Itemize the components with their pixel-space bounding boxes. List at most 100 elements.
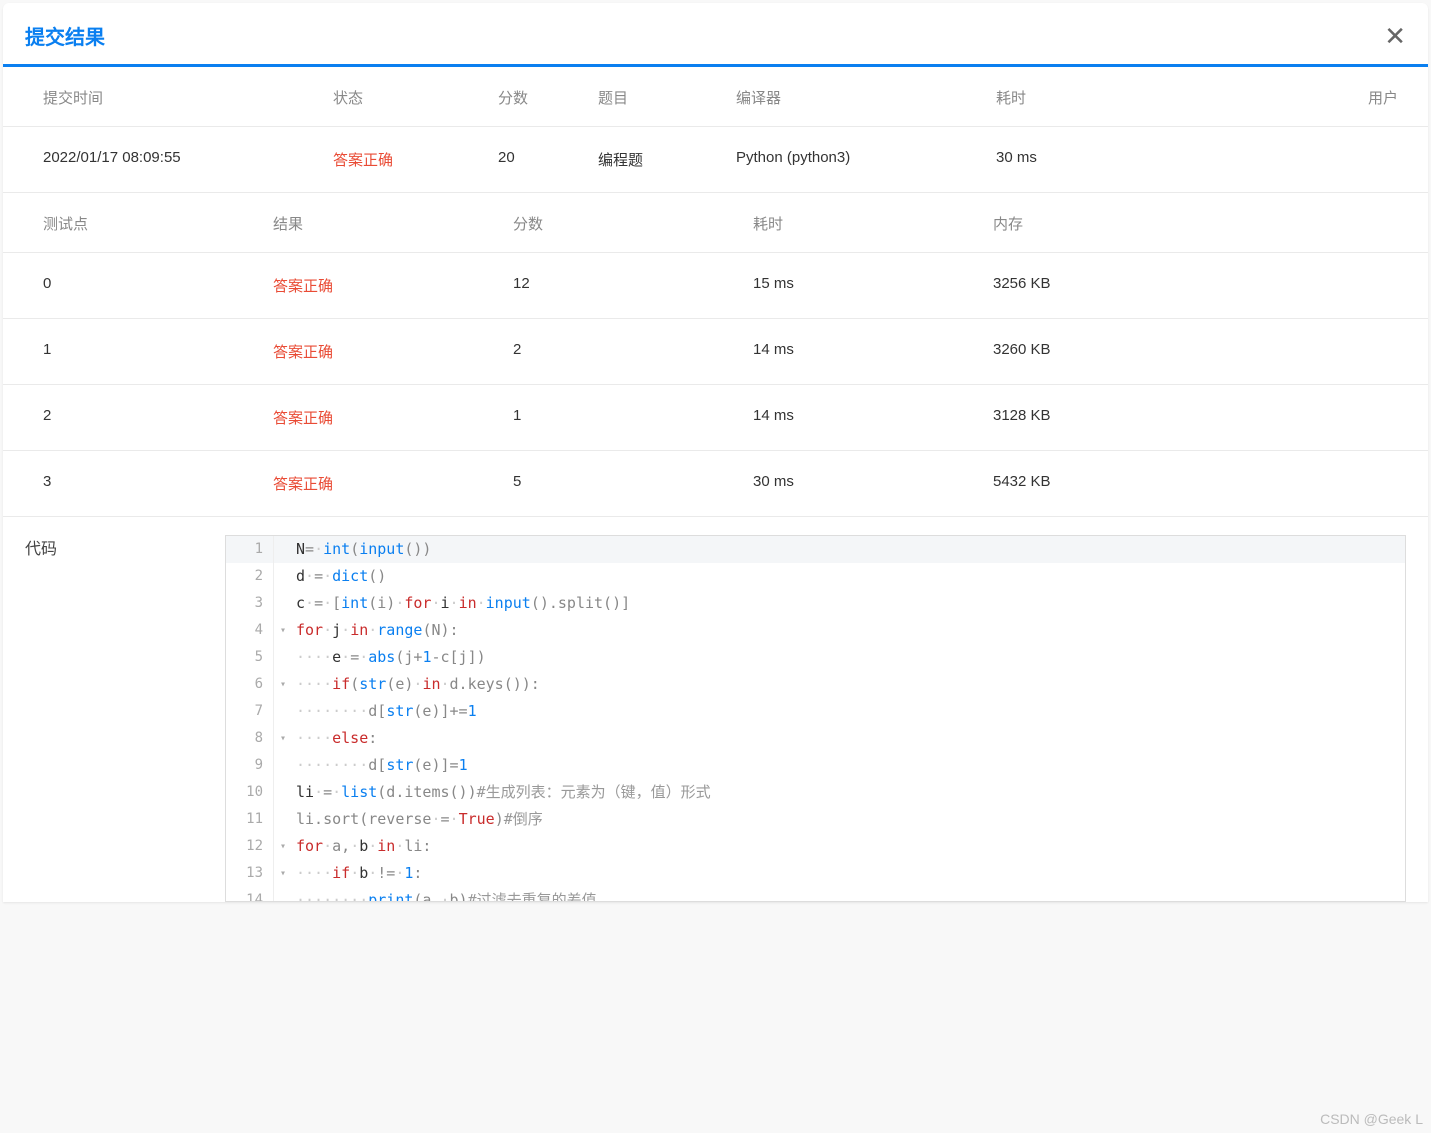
line-number: 8 — [226, 725, 274, 752]
test-point: 0 — [25, 253, 265, 318]
col-test-memory: 内存 — [985, 193, 1406, 252]
col-test-score: 分数 — [505, 193, 745, 252]
test-point: 2 — [25, 385, 265, 450]
code-line[interactable]: 2 d·=·dict() — [226, 563, 1405, 590]
test-result: 答案正确 — [265, 385, 505, 450]
code-line[interactable]: 5 ····e·=·abs(j+1-c[j]) — [226, 644, 1405, 671]
summary-header-row: 提交时间 状态 分数 题目 编译器 耗时 用户 — [3, 67, 1428, 127]
fold-icon[interactable]: ▾ — [274, 671, 292, 698]
test-row: 0答案正确1215 ms3256 KB — [3, 253, 1428, 319]
col-test-time: 耗时 — [745, 193, 985, 252]
col-status: 状态 — [325, 67, 490, 126]
test-result: 答案正确 — [265, 253, 505, 318]
modal-title: 提交结果 — [25, 21, 105, 50]
code-text[interactable]: N=·int(input()) — [292, 536, 1405, 563]
fold-icon — [274, 752, 292, 779]
fold-icon[interactable]: ▾ — [274, 860, 292, 887]
code-line[interactable]: 8▾····else: — [226, 725, 1405, 752]
test-point: 1 — [25, 319, 265, 384]
status-value: 答案正确 — [325, 127, 490, 192]
code-line[interactable]: 12▾for·a,·b·in·li: — [226, 833, 1405, 860]
col-problem: 题目 — [590, 67, 728, 126]
code-text[interactable]: ····e·=·abs(j+1-c[j]) — [292, 644, 1405, 671]
fold-icon — [274, 644, 292, 671]
test-score: 2 — [505, 319, 745, 384]
col-score: 分数 — [490, 67, 590, 126]
problem-value: 编程题 — [590, 127, 728, 192]
fold-icon[interactable]: ▾ — [274, 617, 292, 644]
modal-content: 提交时间 状态 分数 题目 编译器 耗时 用户 2022/01/17 08:09… — [3, 67, 1428, 902]
line-number: 13 — [226, 860, 274, 887]
code-text[interactable]: ····if·b·!=·1: — [292, 860, 1405, 887]
line-number: 5 — [226, 644, 274, 671]
fold-icon — [274, 563, 292, 590]
line-number: 3 — [226, 590, 274, 617]
col-submit-time: 提交时间 — [25, 67, 325, 126]
code-line[interactable]: 1 N=·int(input()) — [226, 536, 1405, 563]
code-text[interactable]: for·j·in·range(N): — [292, 617, 1405, 644]
code-line[interactable]: 13▾····if·b·!=·1: — [226, 860, 1405, 887]
user-value — [1123, 127, 1406, 192]
score-value: 20 — [490, 127, 590, 192]
code-text[interactable]: ····if(str(e)·in·d.keys()): — [292, 671, 1405, 698]
submit-time: 2022/01/17 08:09:55 — [25, 127, 325, 192]
line-number: 12 — [226, 833, 274, 860]
code-text[interactable]: c·=·[int(i)·for·i·in·input().split()] — [292, 590, 1405, 617]
fold-icon — [274, 536, 292, 563]
test-header-row: 测试点 结果 分数 耗时 内存 — [3, 193, 1428, 253]
test-row: 1答案正确214 ms3260 KB — [3, 319, 1428, 385]
code-text[interactable]: ········d[str(e)]=1 — [292, 752, 1405, 779]
line-number: 4 — [226, 617, 274, 644]
col-test-result: 结果 — [265, 193, 505, 252]
line-number: 11 — [226, 806, 274, 833]
code-line[interactable]: 4▾for·j·in·range(N): — [226, 617, 1405, 644]
fold-icon[interactable]: ▾ — [274, 833, 292, 860]
line-number: 1 — [226, 536, 274, 563]
test-row: 2答案正确114 ms3128 KB — [3, 385, 1428, 451]
code-section: 代码 1 N=·int(input()) 2 d·=·dict() 3 c·=·[int(… — [3, 517, 1428, 902]
elapsed-value: 30 ms — [988, 127, 1123, 192]
code-text[interactable]: li·=·list(d.items())#生成列表：元素为（键，值）形式 — [292, 779, 1405, 806]
test-memory: 3256 KB — [985, 253, 1406, 318]
compiler-value: Python (python3) — [728, 127, 988, 192]
code-line[interactable]: 14 ········print(a,·b)#过滤去重复的差值 — [226, 887, 1405, 901]
code-line[interactable]: 6▾····if(str(e)·in·d.keys()): — [226, 671, 1405, 698]
code-line[interactable]: 9 ········d[str(e)]=1 — [226, 752, 1405, 779]
test-result: 答案正确 — [265, 451, 505, 516]
col-elapsed: 耗时 — [988, 67, 1123, 126]
test-score: 5 — [505, 451, 745, 516]
code-label: 代码 — [25, 535, 225, 902]
test-time: 30 ms — [745, 451, 985, 516]
watermark: CSDN @Geek L — [1320, 1111, 1423, 1127]
col-test-point: 测试点 — [25, 193, 265, 252]
modal-header: 提交结果 ✕ — [3, 3, 1428, 67]
code-text[interactable]: li.sort(reverse·=·True)#倒序 — [292, 806, 1405, 833]
code-line[interactable]: 10 li·=·list(d.items())#生成列表：元素为（键，值）形式 — [226, 779, 1405, 806]
test-row: 3答案正确530 ms5432 KB — [3, 451, 1428, 517]
test-memory: 3260 KB — [985, 319, 1406, 384]
code-line[interactable]: 11 li.sort(reverse·=·True)#倒序 — [226, 806, 1405, 833]
line-number: 6 — [226, 671, 274, 698]
code-text[interactable]: for·a,·b·in·li: — [292, 833, 1405, 860]
fold-icon[interactable]: ▾ — [274, 725, 292, 752]
code-text[interactable]: ········d[str(e)]+=1 — [292, 698, 1405, 725]
line-number: 14 — [226, 887, 274, 901]
summary-row: 2022/01/17 08:09:55 答案正确 20 编程题 Python (… — [3, 127, 1428, 193]
test-time: 14 ms — [745, 319, 985, 384]
fold-icon — [274, 887, 292, 901]
test-time: 15 ms — [745, 253, 985, 318]
code-text[interactable]: ········print(a,·b)#过滤去重复的差值 — [292, 887, 1405, 901]
line-number: 9 — [226, 752, 274, 779]
code-text[interactable]: d·=·dict() — [292, 563, 1405, 590]
fold-icon — [274, 779, 292, 806]
line-number: 10 — [226, 779, 274, 806]
code-text[interactable]: ····else: — [292, 725, 1405, 752]
test-memory: 3128 KB — [985, 385, 1406, 450]
fold-icon — [274, 698, 292, 725]
line-number: 2 — [226, 563, 274, 590]
code-line[interactable]: 3 c·=·[int(i)·for·i·in·input().split()] — [226, 590, 1405, 617]
test-memory: 5432 KB — [985, 451, 1406, 516]
close-icon[interactable]: ✕ — [1384, 23, 1406, 49]
code-editor[interactable]: 1 N=·int(input()) 2 d·=·dict() 3 c·=·[int(i)·… — [225, 535, 1406, 902]
code-line[interactable]: 7········d[str(e)]+=1 — [226, 698, 1405, 725]
